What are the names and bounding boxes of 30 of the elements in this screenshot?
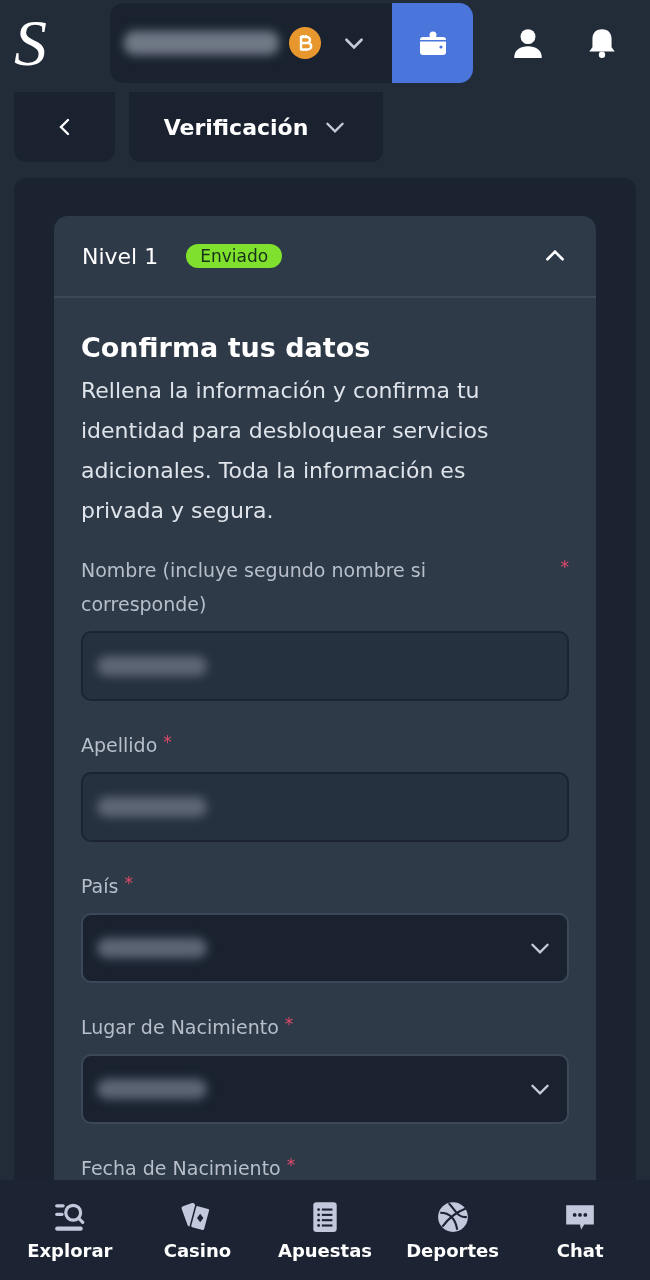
logo[interactable]: S (14, 3, 84, 83)
nav-item[interactable]: Casino (137, 1199, 258, 1261)
required-mark: * (163, 731, 172, 754)
balance-selector[interactable] (110, 3, 392, 83)
profile-icon[interactable] (511, 26, 545, 60)
field-label: Lugar de Nacimiento (81, 1015, 279, 1040)
input-field[interactable] (81, 631, 569, 701)
input-field[interactable] (81, 772, 569, 842)
coin-icon (289, 27, 321, 59)
required-mark: * (284, 1013, 294, 1036)
select-field[interactable] (81, 1054, 569, 1124)
required-mark: * (560, 556, 569, 579)
nav-item[interactable]: Deportes (392, 1199, 513, 1261)
level-title: Nivel 1 (82, 243, 159, 269)
form-description: Rellena la información y confirma tu identidad para desbloquear servicios adicionales. Toda la información es privada y segura. (81, 377, 490, 525)
select-field[interactable] (81, 913, 569, 983)
basketball-icon (435, 1199, 470, 1234)
section-dropdown[interactable]: Verificación (129, 92, 383, 162)
field-label: Fecha de Nacimiento (81, 1156, 281, 1181)
nav-item[interactable]: Explorar (9, 1199, 130, 1261)
field-label: País (81, 874, 119, 899)
field-label: Nombre (incluye segundo nombre si corresponde) (81, 558, 427, 617)
nav-item[interactable]: Chat (520, 1199, 641, 1261)
required-mark: * (124, 872, 133, 895)
status-badge: Enviado (186, 244, 283, 268)
nav-item[interactable]: Apuestas (265, 1199, 385, 1261)
form-heading: Confirma tus datos (81, 332, 372, 363)
field-label: Apellido (81, 733, 158, 758)
required-mark: * (286, 1154, 296, 1177)
wallet-button[interactable] (392, 3, 473, 83)
